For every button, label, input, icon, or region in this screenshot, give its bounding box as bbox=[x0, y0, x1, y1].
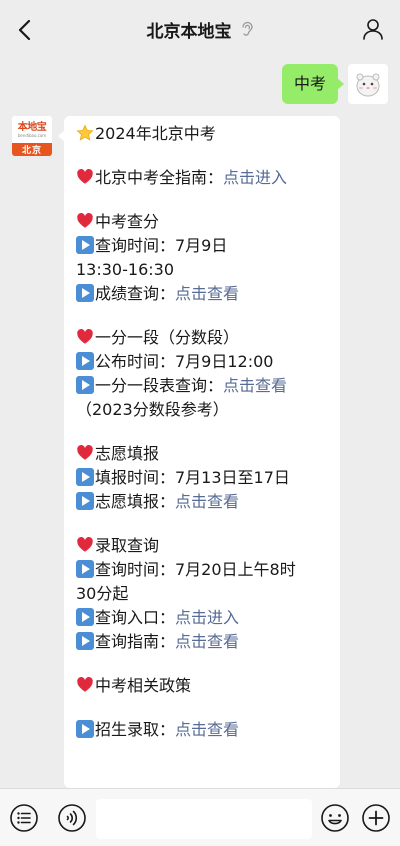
message-input[interactable] bbox=[96, 799, 312, 839]
play-icon bbox=[76, 352, 94, 370]
heart-icon bbox=[77, 677, 93, 692]
play-icon bbox=[76, 608, 94, 626]
user-avatar[interactable] bbox=[348, 64, 388, 104]
admission-time-line: 查询时间：7月20日上午8时 bbox=[76, 558, 328, 582]
score-time-line: 查询时间：7月9日 bbox=[76, 234, 328, 258]
hamster-icon bbox=[356, 73, 380, 97]
person-icon bbox=[363, 19, 383, 40]
policy-enroll-line: 招生录取：点击查看 bbox=[76, 718, 328, 742]
play-icon bbox=[76, 468, 94, 486]
title-group: 北京本地宝 bbox=[147, 17, 254, 42]
list-menu-icon bbox=[10, 804, 38, 832]
input-bar bbox=[0, 788, 400, 846]
play-icon bbox=[76, 376, 94, 394]
play-icon bbox=[76, 632, 94, 650]
incoming-bubble[interactable]: 2024年北京中考 北京中考全指南：点击进入 中考查分 查询时间：7月9日 13… bbox=[58, 116, 340, 788]
sender-avatar[interactable]: 本地宝 bendibao.com 北京 bbox=[12, 116, 52, 156]
guide-line: 北京中考全指南：点击进入 bbox=[76, 166, 328, 190]
heart-icon bbox=[77, 537, 93, 552]
admission-time-line-cont: 30分起 bbox=[76, 584, 129, 603]
application-time-text: 填报时间：7月13日至17日 bbox=[95, 468, 290, 487]
policy-enroll-link[interactable]: 点击查看 bbox=[175, 720, 239, 739]
chat-area[interactable]: 中考 本地宝 bendibao.com 北京 2024年北京中考 北京中考全指南… bbox=[0, 58, 400, 788]
emoji-button[interactable] bbox=[320, 803, 350, 833]
admission-guide-link[interactable]: 点击查看 bbox=[175, 632, 239, 651]
ear-icon bbox=[241, 21, 253, 36]
heading-text: 录取查询 bbox=[95, 536, 160, 555]
play-icon bbox=[76, 560, 94, 578]
section-rank-heading: 一分一段（分数段） bbox=[76, 326, 328, 350]
score-query-label: 成绩查询： bbox=[95, 284, 176, 303]
score-query-line: 成绩查询：点击查看 bbox=[76, 282, 328, 306]
score-query-link[interactable]: 点击查看 bbox=[175, 284, 239, 303]
heart-icon bbox=[77, 213, 93, 228]
admission-guide-line: 查询指南：点击查看 bbox=[76, 630, 328, 654]
incoming-message-row: 本地宝 bendibao.com 北京 2024年北京中考 北京中考全指南：点击… bbox=[12, 116, 340, 788]
city-tag: 北京 bbox=[12, 143, 52, 156]
chevron-left-icon bbox=[18, 19, 31, 41]
heading-text: 志愿填报 bbox=[95, 444, 160, 463]
profile-button[interactable] bbox=[362, 18, 384, 40]
heart-icon bbox=[77, 329, 93, 344]
guide-label: 北京中考全指南： bbox=[95, 168, 224, 187]
rank-table-label: 一分一段表查询： bbox=[95, 376, 224, 395]
message-title: 2024年北京中考 bbox=[95, 124, 216, 143]
message-title-line: 2024年北京中考 bbox=[76, 122, 328, 146]
play-icon bbox=[76, 720, 94, 738]
plus-circle-icon bbox=[362, 804, 390, 832]
heart-icon bbox=[77, 169, 93, 184]
rank-publish-line: 公布时间：7月9日12:00 bbox=[76, 350, 328, 374]
outgoing-message-row: 中考 bbox=[281, 64, 388, 104]
section-score-heading: 中考查分 bbox=[76, 210, 328, 234]
heart-icon bbox=[77, 445, 93, 460]
chat-title: 北京本地宝 bbox=[146, 21, 232, 42]
application-time-line: 填报时间：7月13日至17日 bbox=[76, 466, 328, 490]
guide-link[interactable]: 点击进入 bbox=[223, 168, 287, 187]
play-icon bbox=[76, 492, 94, 510]
smiley-icon bbox=[321, 804, 349, 832]
brand-logo: 本地宝 bendibao.com bbox=[12, 116, 52, 143]
voice-button[interactable] bbox=[57, 803, 87, 833]
section-application-heading: 志愿填报 bbox=[76, 442, 328, 466]
admission-entry-label: 查询入口： bbox=[95, 608, 176, 627]
admission-time-text: 查询时间：7月20日上午8时 bbox=[95, 560, 296, 579]
rank-table-link[interactable]: 点击查看 bbox=[223, 376, 287, 395]
admission-entry-line: 查询入口：点击进入 bbox=[76, 606, 328, 630]
chat-header: 北京本地宝 bbox=[0, 0, 400, 58]
back-button[interactable] bbox=[12, 17, 36, 43]
heading-text: 中考查分 bbox=[95, 212, 160, 231]
outgoing-text: 中考 bbox=[293, 74, 326, 93]
menu-button[interactable] bbox=[9, 803, 39, 833]
add-button[interactable] bbox=[361, 803, 391, 833]
section-policy-heading: 中考相关政策 bbox=[76, 674, 328, 698]
rank-publish-text: 公布时间：7月9日12:00 bbox=[95, 352, 274, 371]
application-fill-label: 志愿填报： bbox=[95, 492, 176, 511]
score-time-line-cont: 13:30-16:30 bbox=[76, 260, 174, 279]
brand-name: 本地宝 bbox=[17, 121, 47, 133]
play-icon bbox=[76, 284, 94, 302]
heading-text: 一分一段（分数段） bbox=[95, 328, 240, 347]
heading-text: 中考相关政策 bbox=[95, 676, 192, 695]
outgoing-bubble[interactable]: 中考 bbox=[281, 64, 345, 104]
brand-url: bendibao.com bbox=[17, 132, 47, 138]
section-admission-heading: 录取查询 bbox=[76, 534, 328, 558]
play-icon bbox=[76, 236, 94, 254]
star-icon bbox=[76, 124, 94, 141]
voice-icon bbox=[58, 804, 86, 832]
rank-table-line: 一分一段表查询：点击查看 bbox=[76, 374, 328, 398]
admission-entry-link[interactable]: 点击进入 bbox=[175, 608, 239, 627]
admission-guide-label: 查询指南： bbox=[95, 632, 176, 651]
policy-enroll-label: 招生录取： bbox=[95, 720, 176, 739]
application-fill-line: 志愿填报：点击查看 bbox=[76, 490, 328, 514]
score-time-text: 查询时间：7月9日 bbox=[95, 236, 228, 255]
rank-reference-line: （2023分数段参考） bbox=[76, 400, 229, 419]
application-fill-link[interactable]: 点击查看 bbox=[175, 492, 239, 511]
